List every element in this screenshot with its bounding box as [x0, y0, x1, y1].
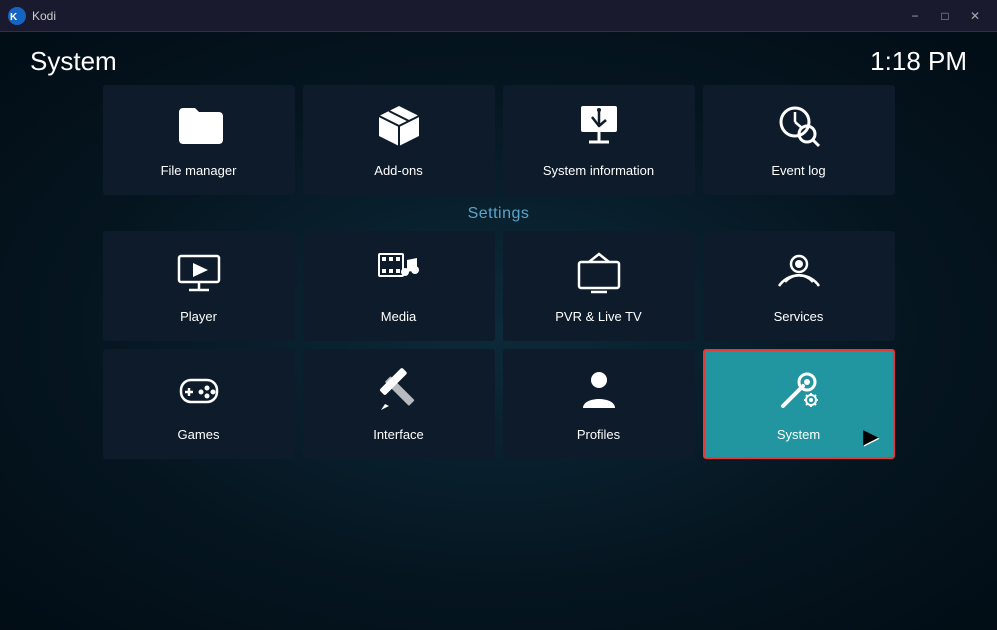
tile-media[interactable]: Media [303, 231, 495, 341]
tile-system-information[interactable]: System information [503, 85, 695, 195]
presentation-icon [575, 102, 623, 155]
gamepad-icon [175, 366, 223, 419]
settings-grid: Player [0, 231, 997, 459]
tools-icon [375, 366, 423, 419]
titlebar-controls: − □ ✕ [901, 6, 989, 26]
system-label: System [777, 427, 820, 442]
clock-search-icon [775, 102, 823, 155]
close-button[interactable]: ✕ [961, 6, 989, 26]
folder-icon [175, 102, 223, 155]
settings-row-1: Player [30, 231, 967, 341]
titlebar-app-name: Kodi [32, 9, 56, 23]
monitor-play-icon [175, 248, 223, 301]
box-icon [375, 102, 423, 155]
add-ons-label: Add-ons [374, 163, 422, 178]
tile-player[interactable]: Player [103, 231, 295, 341]
svg-text:K: K [10, 12, 18, 23]
tile-services[interactable]: Services [703, 231, 895, 341]
clock-display: 1:18 PM [870, 46, 967, 77]
top-row: File manager Add-ons [30, 85, 967, 195]
services-label: Services [774, 309, 824, 324]
file-manager-label: File manager [161, 163, 237, 178]
profiles-label: Profiles [577, 427, 620, 442]
page-header: System 1:18 PM [0, 32, 997, 85]
tile-profiles[interactable]: Profiles [503, 349, 695, 459]
tile-system[interactable]: System ▶ [703, 349, 895, 459]
tv-icon [575, 248, 623, 301]
page-title: System [30, 46, 117, 77]
gear-icon [775, 366, 823, 419]
cursor: ▶ [863, 424, 878, 449]
system-information-label: System information [543, 163, 654, 178]
media-label: Media [381, 309, 416, 324]
tile-add-ons[interactable]: Add-ons [303, 85, 495, 195]
tile-games[interactable]: Games [103, 349, 295, 459]
person-icon [575, 366, 623, 419]
tile-file-manager[interactable]: File manager [103, 85, 295, 195]
top-row-container: File manager Add-ons [0, 85, 997, 195]
title-bar-left: K Kodi [8, 7, 56, 25]
pvr-live-tv-label: PVR & Live TV [555, 309, 641, 324]
settings-row-2: Games Interface [30, 349, 967, 459]
main-content: System 1:18 PM File manager [0, 32, 997, 630]
interface-label: Interface [373, 427, 424, 442]
minimize-button[interactable]: − [901, 6, 929, 26]
media-icon [375, 248, 423, 301]
games-label: Games [178, 427, 220, 442]
event-log-label: Event log [771, 163, 825, 178]
title-bar: K Kodi − □ ✕ [0, 0, 997, 32]
player-label: Player [180, 309, 217, 324]
settings-section-label: Settings [0, 205, 997, 223]
tile-pvr-live-tv[interactable]: PVR & Live TV [503, 231, 695, 341]
kodi-logo-icon: K [8, 7, 26, 25]
maximize-button[interactable]: □ [931, 6, 959, 26]
tile-interface[interactable]: Interface [303, 349, 495, 459]
podcast-icon [775, 248, 823, 301]
tile-event-log[interactable]: Event log [703, 85, 895, 195]
